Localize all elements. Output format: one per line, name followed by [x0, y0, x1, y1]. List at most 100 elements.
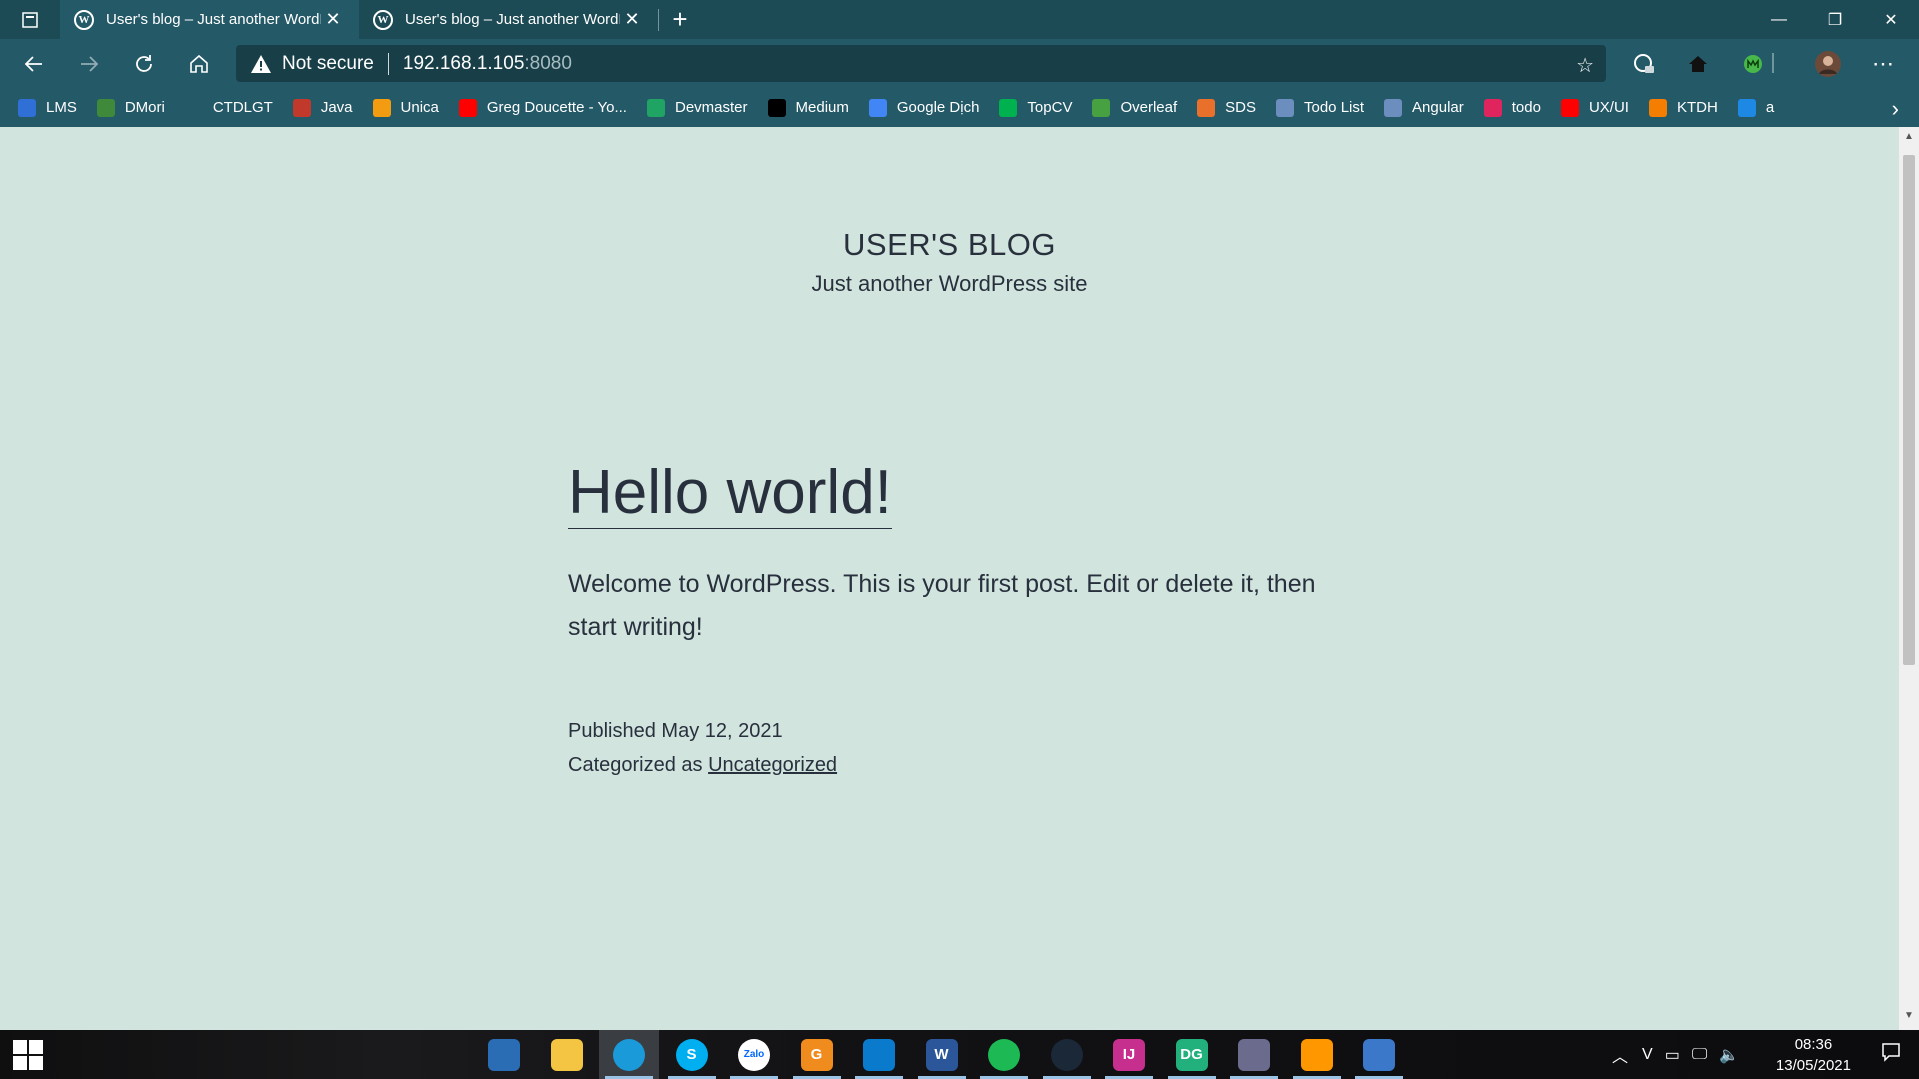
datagrip-icon: DG [1175, 1038, 1208, 1071]
category-link[interactable]: Uncategorized [708, 754, 837, 776]
bookmark-item[interactable]: CTDLGT [184, 98, 273, 117]
home-extension-icon[interactable] [1682, 48, 1714, 80]
bookmark-label: Google Dịch [896, 99, 980, 116]
taskbar-app-vscode[interactable] [849, 1030, 909, 1079]
taskbar-app-file-explorer[interactable] [537, 1030, 597, 1079]
taskbar-app-desktop[interactable] [474, 1030, 534, 1079]
taskbar-app-intellij[interactable]: IJ [1099, 1030, 1159, 1079]
taskbar-app-remote[interactable] [1349, 1030, 1409, 1079]
minimize-button[interactable]: — [1751, 0, 1807, 39]
browser-tab[interactable]: W User's blog – Just another WordPress s… [359, 0, 658, 39]
overleaf-icon [1092, 98, 1111, 117]
security-label[interactable]: Not secure [282, 53, 374, 75]
home-icon [190, 54, 208, 73]
bookmark-item[interactable]: Medium [767, 98, 849, 117]
tab-title: User's blog – Just another WordPress sit… [405, 11, 620, 28]
bookmark-item[interactable]: UX/UI [1560, 98, 1629, 117]
clock-time: 08:36 [1794, 1036, 1833, 1053]
bookmark-item[interactable]: TopCV [999, 98, 1072, 117]
scroll-thumb[interactable] [1903, 155, 1915, 665]
bookmark-item[interactable]: Overleaf [1092, 98, 1177, 117]
tab-actions-icon[interactable] [0, 0, 60, 39]
taskbar-app-foxit[interactable]: G [787, 1030, 847, 1079]
windows-start-button[interactable] [8, 1038, 48, 1072]
bookmark-item[interactable]: todo [1483, 98, 1541, 117]
taskbar-app-spotify[interactable] [974, 1030, 1034, 1079]
bookmark-label: KTDH [1676, 99, 1718, 116]
restore-button[interactable]: ❐ [1807, 0, 1863, 39]
wordpress-icon: W [74, 9, 94, 30]
file-explorer-icon [550, 1038, 583, 1071]
more-bookmarks-chevron-icon[interactable]: › [1892, 96, 1899, 122]
avatar[interactable] [1812, 48, 1844, 80]
browser-tab[interactable]: W User's blog – Just another WordPress s… [60, 0, 359, 39]
page-icon [184, 98, 203, 117]
bookmark-item[interactable]: SDS [1197, 98, 1256, 117]
bookmark-label: Greg Doucette - Yo... [486, 99, 627, 116]
bookmark-label: Angular [1412, 99, 1464, 116]
navigation-bar: Not secure 192.168.1.105 :8080 ☆ ⋯ [0, 39, 1919, 88]
bookmark-item[interactable]: a [1737, 98, 1774, 117]
sublime-icon [1300, 1038, 1333, 1071]
refresh-icon [1737, 98, 1756, 117]
bookmark-label: SDS [1225, 99, 1256, 116]
taskbar-app-zalo[interactable]: Zalo [724, 1030, 784, 1079]
zalo-icon: Zalo [738, 1038, 770, 1071]
bookmark-item[interactable]: DMori [96, 98, 165, 117]
bookmark-item[interactable]: Devmaster [646, 98, 748, 117]
taskbar-app-datagrip[interactable]: DG [1162, 1030, 1222, 1079]
vertical-scrollbar[interactable]: ▲ ▼ [1899, 127, 1919, 1030]
address-bar[interactable]: Not secure 192.168.1.105 :8080 ☆ [236, 45, 1606, 82]
new-tab-button[interactable]: + [659, 0, 701, 39]
monitor-extension-icon[interactable] [1737, 48, 1769, 80]
bookmark-item[interactable]: LMS [18, 98, 77, 117]
vue-tray-icon[interactable]: V [1642, 1046, 1653, 1064]
site-title[interactable]: USER'S BLOG [0, 227, 1899, 263]
desktop-icon [488, 1038, 520, 1071]
bookmark-item[interactable]: KTDH [1648, 98, 1718, 117]
category-line: Categorized as Uncategorized [568, 748, 837, 782]
bookmark-item[interactable]: Unica [372, 98, 439, 117]
refresh-button[interactable] [126, 47, 162, 81]
bookmark-label: Java [320, 99, 353, 116]
scroll-up-arrow-icon[interactable]: ▲ [1899, 131, 1919, 149]
notifications-icon[interactable] [1881, 1042, 1901, 1068]
published-prefix: Published [568, 720, 656, 742]
bookmark-item[interactable]: Google Dịch [868, 98, 980, 117]
taskbar-app-virtualbox[interactable] [1224, 1030, 1284, 1079]
scroll-down-arrow-icon[interactable]: ▼ [1899, 1010, 1919, 1028]
extension-icon[interactable] [1628, 48, 1660, 80]
taskbar-app-edge[interactable] [599, 1030, 659, 1079]
unica-icon [372, 98, 391, 117]
show-hidden-icons-icon[interactable]: ︿ [1612, 1043, 1628, 1067]
bookmark-item[interactable]: Todo List [1276, 98, 1364, 117]
skype-icon: S [675, 1038, 708, 1071]
close-tab-icon[interactable]: ✕ [321, 9, 345, 30]
close-window-button[interactable]: ✕ [1863, 0, 1919, 39]
post-title-link[interactable]: Hello world! [568, 457, 892, 530]
bookmark-label: Devmaster [674, 99, 748, 116]
volume-icon[interactable]: 🔈 [1719, 1045, 1739, 1065]
bookmark-item[interactable]: Greg Doucette - Yo... [458, 98, 627, 117]
taskbar-app-skype[interactable]: S [662, 1030, 722, 1079]
taskbar-app-steam[interactable] [1037, 1030, 1097, 1079]
home-button[interactable] [181, 47, 217, 81]
bookmark-item[interactable]: Angular [1384, 98, 1464, 117]
more-menu-icon[interactable]: ⋯ [1867, 48, 1899, 80]
back-button[interactable] [16, 47, 52, 81]
taskbar-clock[interactable]: 08:36 13/05/2021 [1776, 1034, 1851, 1076]
taskbar-app-sublime[interactable] [1287, 1030, 1347, 1079]
bookmark-item[interactable]: Java [292, 98, 353, 117]
network-icon[interactable]: 🖵 [1692, 1046, 1707, 1064]
java-icon [292, 98, 311, 117]
forward-button[interactable] [71, 47, 107, 81]
battery-icon[interactable]: ▭ [1665, 1045, 1680, 1065]
taskbar-app-word[interactable]: W [912, 1030, 972, 1079]
bookmark-label: Medium [795, 99, 849, 116]
url-host: 192.168.1.105 [402, 52, 525, 74]
web-page: USER'S BLOG Just another WordPress site … [0, 127, 1899, 1030]
close-tab-icon[interactable]: ✕ [620, 9, 644, 30]
warning-icon[interactable] [250, 53, 272, 75]
add-favorite-icon[interactable]: ☆ [1576, 53, 1594, 78]
foxit-icon: G [800, 1038, 833, 1071]
